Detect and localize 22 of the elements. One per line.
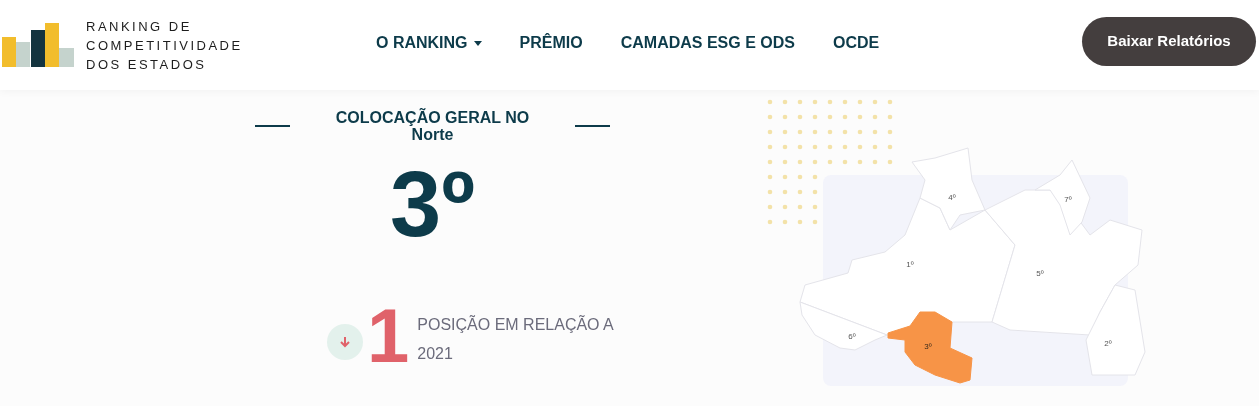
change-amount: 1 — [367, 298, 410, 374]
nav-link[interactable]: O RANKING — [376, 31, 482, 55]
state-shape[interactable] — [887, 311, 973, 384]
nav-link[interactable]: CAMADAS ESG E ODS — [620, 31, 795, 55]
state-rank: 3º — [924, 342, 932, 351]
logo-text: COMPETITIVIDADE — [86, 36, 243, 55]
state-rank: 4º — [948, 193, 956, 202]
state-rank: 6º — [848, 332, 856, 341]
state-rank: 1º — [906, 260, 914, 269]
nav-link[interactable]: PRÊMIO — [519, 31, 583, 55]
state-rank: 7º — [1064, 195, 1072, 204]
placement-title: COLOCAÇÃO GERAL NO — [335, 108, 530, 128]
change-description: POSIÇÃO EM RELAÇÃO A 2021 — [417, 314, 615, 364]
download-button[interactable]: Baixar Relatórios — [1082, 17, 1256, 66]
state-rank: 5º — [1036, 269, 1044, 278]
logo-text: DOS ESTADOS — [86, 55, 208, 74]
region-name: Norte — [411, 126, 454, 144]
logo-icon — [2, 23, 74, 67]
logo-text: RANKING DE — [86, 17, 193, 36]
rank-value: 3º — [390, 158, 475, 250]
nav-link[interactable]: OCDE — [832, 31, 880, 55]
state-rank: 2º — [1104, 339, 1112, 348]
